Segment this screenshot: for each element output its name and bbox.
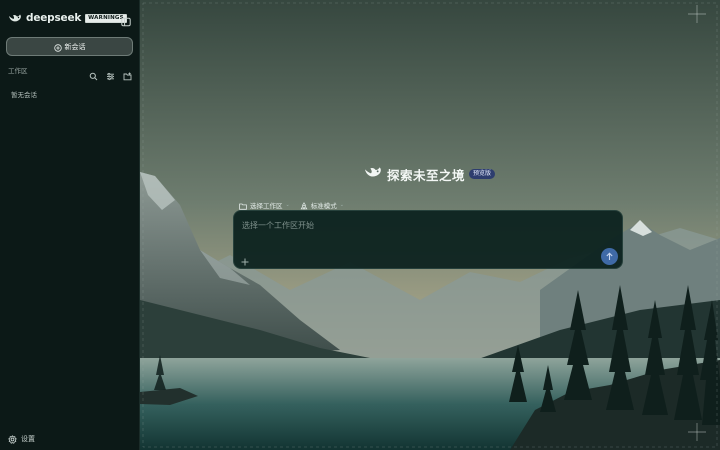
mode-select-label: 标准模式: [310, 201, 337, 210]
chevron-down-icon: ⌄: [285, 201, 290, 208]
chevron-down-icon: ⌄: [339, 201, 344, 208]
arrow-up-icon: [606, 252, 613, 260]
preview-badge: 预览版: [469, 169, 496, 179]
sidebar-toggle-icon[interactable]: [121, 12, 131, 27]
plus-circle-icon: [53, 37, 62, 56]
hero-title: 探索未至之境: [387, 167, 466, 183]
search-icon[interactable]: [89, 66, 98, 80]
workspace-select-label: 选择工作区: [250, 201, 283, 210]
workspace-header: 工作区: [8, 64, 132, 80]
settings-button[interactable]: 设置: [8, 429, 35, 448]
main-area: 探索未至之境 预览版 选择工作区 ⌄ 标准模式 ⌄ 选择一个工作区开始: [140, 0, 720, 450]
gear-icon: [8, 429, 17, 448]
brand-name: deepseek: [26, 12, 82, 24]
composer[interactable]: 选择一个工作区开始: [233, 210, 623, 269]
new-chat-label: 新会话: [64, 42, 86, 51]
new-folder-icon[interactable]: [123, 66, 132, 80]
whale-logo-icon: [363, 164, 383, 184]
composer-input[interactable]: 选择一个工作区开始: [242, 220, 314, 231]
new-chat-button[interactable]: 新会话: [6, 37, 133, 56]
send-button[interactable]: [601, 248, 618, 265]
sidebar: deepseek WARNINGS 新会话 工作区 暂无会话 设置: [0, 0, 140, 450]
whale-logo-icon: [8, 12, 22, 24]
workspace-title: 工作区: [8, 67, 28, 75]
empty-conversations-text: 暂无会话: [11, 91, 37, 99]
filter-icon[interactable]: [106, 66, 115, 80]
hero-heading: 探索未至之境 预览版: [363, 164, 496, 184]
settings-label: 设置: [21, 434, 35, 443]
plus-icon[interactable]: [240, 252, 250, 266]
brand: deepseek WARNINGS: [8, 10, 127, 26]
